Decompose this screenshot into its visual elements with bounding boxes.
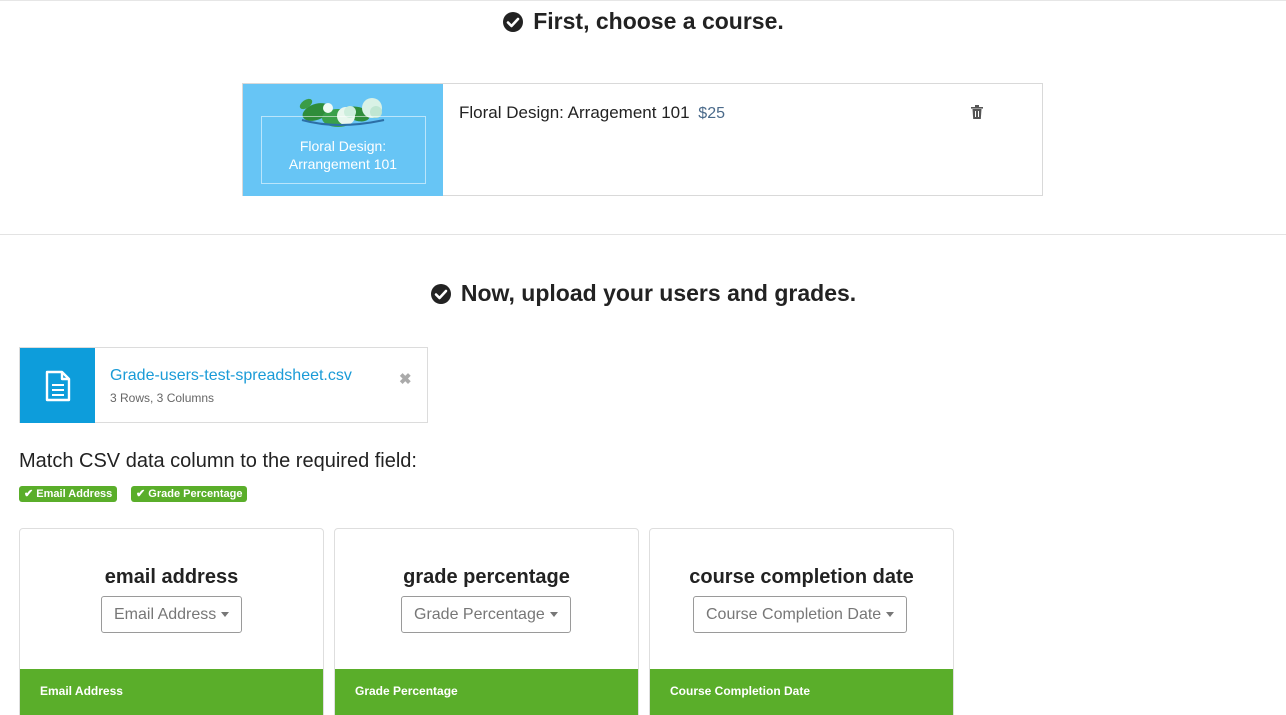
column-card-grade: grade percentage Grade Percentage Grade … [334, 528, 639, 715]
column-card-completion-date: course completion date Course Completion… [649, 528, 954, 715]
file-icon-box [20, 348, 95, 423]
field-select-dropdown[interactable]: Grade Percentage [401, 596, 571, 633]
uploaded-file-card: Grade-users-test-spreadsheet.csv 3 Rows,… [19, 347, 428, 423]
step2-heading: Now, upload your users and grades. [0, 280, 1286, 307]
email-address-badge: ✔ Email Address [19, 486, 118, 502]
section-divider [0, 234, 1286, 235]
column-title: course completion date [689, 566, 914, 588]
step1-heading: First, choose a course. [0, 8, 1286, 35]
top-divider [0, 0, 1286, 1]
trash-icon[interactable] [971, 105, 983, 119]
caret-down-icon [886, 612, 895, 617]
grade-percentage-badge: ✔ Grade Percentage [131, 486, 248, 502]
column-footer: Email Address [20, 669, 323, 715]
column-card-email: email address Email Address Email Addres… [19, 528, 324, 715]
course-price: $25 [698, 105, 725, 122]
column-footer: Grade Percentage [335, 669, 638, 715]
check-circle-icon [430, 283, 451, 304]
column-footer: Course Completion Date [650, 669, 953, 715]
document-icon [45, 370, 70, 401]
course-card[interactable]: Floral Design: Arrangement 101 Floral De… [242, 83, 1043, 196]
column-title: email address [104, 566, 239, 588]
check-icon: ✔ [24, 488, 34, 500]
course-thumbnail: Floral Design: Arrangement 101 [243, 84, 443, 196]
course-title: Floral Design: Arragement 101 [459, 103, 690, 122]
thumbnail-title: Floral Design: Arrangement 101 [288, 138, 398, 172]
field-select-dropdown[interactable]: Course Completion Date [693, 596, 908, 633]
caret-down-icon [221, 612, 230, 617]
check-icon: ✔ [136, 488, 146, 500]
course-name: Floral Design: Arragement 101 $25 [459, 103, 725, 123]
column-title: grade percentage [403, 566, 570, 588]
check-circle-icon [503, 11, 524, 32]
caret-down-icon [549, 612, 558, 617]
step2-title: Now, upload your users and grades. [460, 280, 857, 306]
file-name-link[interactable]: Grade-users-test-spreadsheet.csv [110, 367, 352, 385]
match-label: Match CSV data column to the required fi… [19, 450, 417, 472]
field-select-dropdown[interactable]: Email Address [101, 596, 243, 633]
file-meta: 3 Rows, 3 Columns [110, 391, 215, 405]
step1-title: First, choose a course. [533, 8, 784, 34]
close-icon[interactable]: ✖ [399, 370, 412, 388]
